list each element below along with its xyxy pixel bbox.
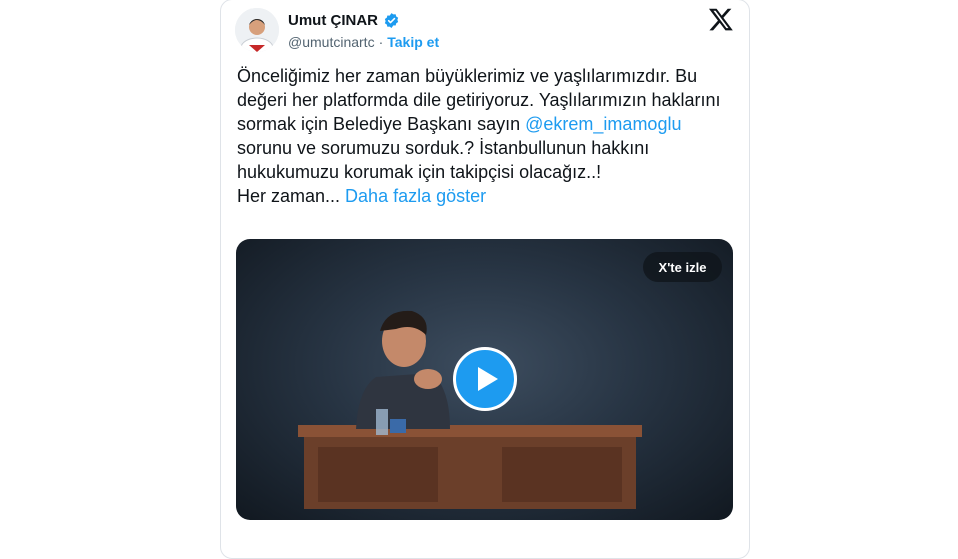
separator-dot: ·	[378, 34, 384, 50]
author-handle-row: @umutcinartc · Takip et	[288, 33, 439, 51]
verified-badge-icon	[384, 12, 399, 28]
author-name[interactable]: Umut ÇINAR	[288, 12, 378, 29]
follow-button[interactable]: Takip et	[387, 34, 439, 50]
tweet-text: Önceliğimiz her zaman büyüklerimiz ve ya…	[237, 64, 737, 208]
x-logo-icon[interactable]	[708, 6, 734, 32]
mention-link[interactable]: @ekrem_imamoglu	[525, 114, 681, 134]
show-more-link[interactable]: Daha fazla göster	[345, 186, 486, 206]
truncated-text: Her zaman...	[237, 186, 346, 206]
author-avatar[interactable]	[235, 8, 279, 52]
avatar-image	[235, 8, 279, 52]
play-icon	[478, 367, 498, 391]
author-handle[interactable]: @umutcinartc	[288, 34, 375, 50]
play-button[interactable]	[453, 347, 517, 411]
author-name-row[interactable]: Umut ÇINAR	[288, 10, 400, 30]
watch-on-x-button[interactable]: X'te izle	[643, 252, 722, 282]
